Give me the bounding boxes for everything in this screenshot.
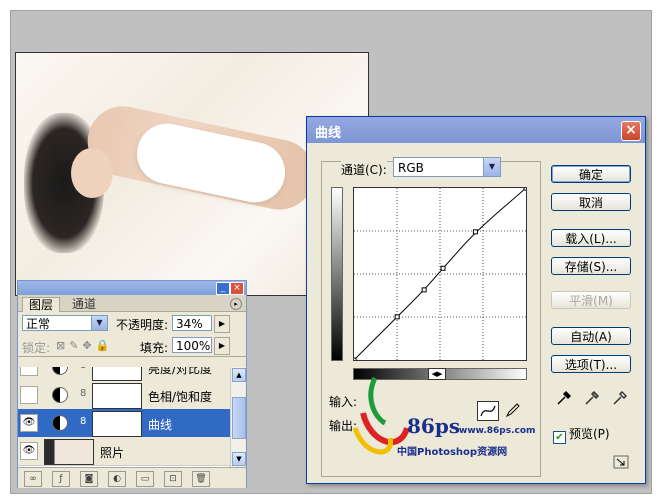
lock-label: 锁定: [22, 341, 51, 355]
fill-label: 填充: [140, 341, 169, 355]
eyedropper-group [555, 389, 635, 409]
visibility-toggle-icon[interactable] [20, 367, 38, 376]
chevron-down-icon[interactable]: ▼ [91, 316, 107, 330]
layers-panel-tabs: 图层 通道 ▸ [18, 295, 246, 312]
preview-label: 预览(P) [569, 427, 610, 441]
scroll-down-icon[interactable]: ▼ [232, 452, 246, 466]
chevron-down-icon[interactable]: ▼ [483, 158, 500, 176]
new-group-icon[interactable]: ▭ [136, 471, 154, 487]
link-icon: 8 [80, 416, 87, 427]
layer-thumbnail [44, 439, 94, 465]
visibility-toggle-icon[interactable] [20, 386, 38, 404]
layer-list: 8 亮度/对比度 8 色相/饱和度 👁 8 曲线 👁 照片 [18, 367, 230, 467]
new-layer-icon[interactable]: ⊡ [164, 471, 182, 487]
close-icon[interactable]: × [621, 121, 641, 141]
curve-control-point[interactable] [354, 357, 357, 360]
layer-name: 照片 [100, 446, 125, 460]
gray-eyedropper-icon[interactable] [583, 389, 601, 407]
channel-value: RGB [398, 161, 424, 175]
watermark-caption: 中国Photoshop资源网 [397, 447, 508, 458]
opacity-input[interactable]: 34% [172, 315, 212, 331]
opacity-label: 不透明度: [116, 318, 169, 332]
curve-control-point[interactable] [523, 188, 526, 191]
watermark-url: www.86ps.com [459, 426, 536, 436]
white-eyedropper-icon[interactable] [611, 389, 629, 407]
adjustment-layer-icon [52, 387, 68, 403]
expand-dialog-icon[interactable] [613, 455, 629, 469]
tab-layers[interactable]: 图层 [22, 297, 61, 312]
lock-options-icons[interactable]: ⊠✎✥🔒 [56, 339, 113, 352]
lock-fill-row: 锁定: ⊠✎✥🔒 填充: 100% ▶ [18, 334, 246, 357]
options-button[interactable]: 选项(T)... [551, 355, 631, 373]
auto-button[interactable]: 自动(A) [551, 327, 631, 345]
ok-button[interactable]: 确定 [551, 165, 631, 183]
layers-panel-toolbar: ∞ ƒ ◙ ◐ ▭ ⊡ 🗑 [18, 467, 246, 488]
output-gradient-bar [331, 187, 343, 361]
channel-label: 通道(C): [341, 161, 387, 178]
curve-control-point[interactable] [440, 265, 446, 271]
adjustment-layer-icon [52, 415, 68, 431]
eye-icon[interactable]: 👁 [20, 442, 38, 460]
layer-row-hue-saturation[interactable]: 8 色相/饱和度 [18, 381, 230, 410]
minimize-icon[interactable]: _ [216, 282, 230, 295]
fill-input[interactable]: 100% [172, 337, 212, 353]
curve-control-point[interactable] [394, 314, 400, 320]
close-icon[interactable]: × [230, 282, 244, 295]
preview-checkbox[interactable]: ✔ 预览(P) [553, 425, 610, 444]
channel-select[interactable]: RGB ▼ [393, 157, 501, 177]
fill-slider-arrow-icon[interactable]: ▶ [214, 337, 230, 355]
layer-mask-thumbnail [92, 383, 142, 409]
scroll-up-icon[interactable]: ▲ [232, 368, 246, 382]
layers-panel-titlebar[interactable]: _ × [18, 281, 246, 295]
layer-name: 色相/饱和度 [148, 390, 213, 404]
trash-icon[interactable]: 🗑 [192, 471, 210, 487]
layer-mask-thumbnail [92, 411, 142, 437]
layer-row-brightness[interactable]: 8 亮度/对比度 [18, 367, 230, 382]
save-button[interactable]: 存储(S)... [551, 257, 631, 275]
scrollbar-thumb[interactable] [232, 397, 246, 439]
link-icon: 8 [80, 367, 86, 371]
watermark-logo: 86ps www.86ps.com 中国Photoshop资源网 [345, 368, 535, 458]
adjustment-layer-icon [52, 367, 68, 375]
new-adjustment-icon[interactable]: ◐ [108, 471, 126, 487]
layers-panel: _ × 图层 通道 ▸ 正常 ▼ 不透明度: 34% ▶ 锁定: ⊠✎✥🔒 填充… [17, 280, 247, 488]
curve-graph[interactable] [353, 187, 527, 361]
layer-row-photo[interactable]: 👁 照片 [18, 437, 230, 466]
layer-mask-thumbnail [92, 367, 142, 381]
smooth-button[interactable]: 平滑(M) [551, 291, 631, 309]
link-icon: 8 [80, 388, 87, 399]
blend-mode-select[interactable]: 正常 ▼ [22, 315, 108, 331]
add-mask-icon[interactable]: ◙ [80, 471, 98, 487]
panel-menu-icon[interactable]: ▸ [230, 298, 242, 310]
checkbox-check-icon[interactable]: ✔ [553, 431, 566, 444]
curve-control-point[interactable] [421, 287, 427, 293]
black-eyedropper-icon[interactable] [555, 389, 573, 407]
watermark-86ps: 86ps [407, 414, 461, 438]
curve-control-point[interactable] [472, 229, 478, 235]
curve-line[interactable] [354, 188, 526, 360]
layer-style-icon[interactable]: ƒ [52, 471, 70, 487]
layer-name: 亮度/对比度 [148, 367, 213, 376]
curve-svg[interactable] [354, 188, 526, 360]
link-layers-icon[interactable]: ∞ [24, 471, 42, 487]
dialog-titlebar[interactable]: 曲线 × [307, 117, 645, 143]
opacity-slider-arrow-icon[interactable]: ▶ [214, 315, 230, 333]
dialog-title: 曲线 [315, 126, 342, 141]
layer-row-curves[interactable]: 👁 8 曲线 [18, 409, 230, 438]
eye-icon[interactable]: 👁 [20, 414, 38, 432]
load-button[interactable]: 载入(L)... [551, 229, 631, 247]
layer-name: 曲线 [148, 418, 173, 432]
layer-list-scrollbar[interactable]: ▲ ▼ [230, 367, 246, 467]
blend-mode-value: 正常 [26, 317, 51, 331]
blend-opacity-row: 正常 ▼ 不透明度: 34% ▶ [18, 312, 246, 334]
cancel-button[interactable]: 取消 [551, 193, 631, 211]
image-head [71, 148, 113, 198]
tab-channels[interactable]: 通道 [66, 297, 102, 311]
